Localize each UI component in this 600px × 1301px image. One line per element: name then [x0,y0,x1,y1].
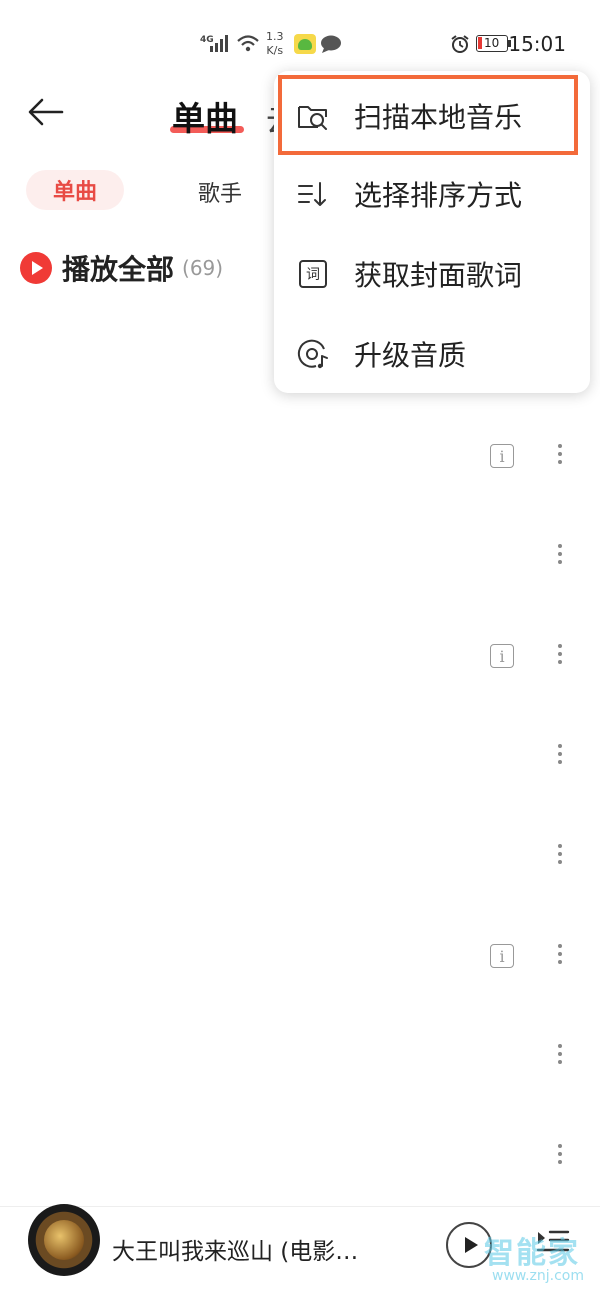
menu-item-label: 升级音质 [354,339,467,372]
back-arrow-icon[interactable] [26,92,66,132]
more-options-icon[interactable] [555,840,565,870]
disc-quality-icon [297,339,328,369]
list-item[interactable] [0,520,600,596]
more-options-icon[interactable] [555,440,565,470]
more-options-icon[interactable] [555,740,565,770]
watermark-url: www.znj.com [492,1268,584,1284]
battery-icon: 10 [476,35,508,52]
now-playing-title[interactable]: 大王叫我来巡山 (电影… [112,1232,372,1266]
list-item[interactable] [0,720,600,796]
play-all-button[interactable]: 播放全部 (69) [20,248,223,288]
subtab-singles[interactable]: 单曲 [26,170,124,210]
menu-item-label: 扫描本地音乐 [354,101,523,134]
sort-icon [298,182,326,206]
app-notification-icon [294,34,316,54]
more-options-icon[interactable] [555,1040,565,1070]
battery-level: 10 [484,36,500,50]
folder-search-icon [298,106,327,130]
song-list: i i i [0,420,600,1180]
network-speed: 1.3 K/s [266,30,284,57]
play-all-label: 播放全部 [62,253,175,286]
menu-item-sort-order[interactable]: 选择排序方式 [274,159,590,229]
signal-icon [210,35,228,52]
list-item[interactable] [0,820,600,896]
list-item[interactable] [0,1020,600,1096]
tab-singles[interactable]: 单曲 [172,92,238,140]
info-icon[interactable]: i [490,944,514,968]
status-bar: 4G 1.3 K/s 10 15:01 [0,0,600,80]
more-options-icon[interactable] [555,1140,565,1170]
chat-notification-icon [321,35,341,53]
album-cover-image [44,1220,84,1260]
more-options-icon[interactable] [555,540,565,570]
list-item[interactable] [0,1120,600,1180]
info-icon[interactable]: i [490,644,514,668]
lyrics-icon: 词 [299,260,327,288]
menu-item-upgrade-quality[interactable]: 升级音质 [274,319,590,389]
watermark: 智能家 [484,1236,580,1271]
menu-item-scan-local-music[interactable]: 扫描本地音乐 [274,81,590,151]
list-item[interactable]: i [0,620,600,696]
alarm-icon [451,35,469,53]
wifi-icon [237,35,259,52]
overflow-menu: 扫描本地音乐 选择排序方式 词 获取封面歌词 升级音质 [274,71,590,393]
clock: 15:01 [508,32,566,56]
menu-item-label: 获取封面歌词 [354,259,523,292]
list-item[interactable]: i [0,920,600,996]
play-icon [20,252,52,284]
more-options-icon[interactable] [555,640,565,670]
menu-item-label: 选择排序方式 [354,179,523,212]
song-count: (69) [182,256,224,280]
subtab-artists[interactable]: 歌手 [198,176,242,208]
menu-item-get-cover-lyrics[interactable]: 词 获取封面歌词 [274,239,590,309]
info-icon[interactable]: i [490,444,514,468]
more-options-icon[interactable] [555,940,565,970]
list-item[interactable]: i [0,420,600,496]
